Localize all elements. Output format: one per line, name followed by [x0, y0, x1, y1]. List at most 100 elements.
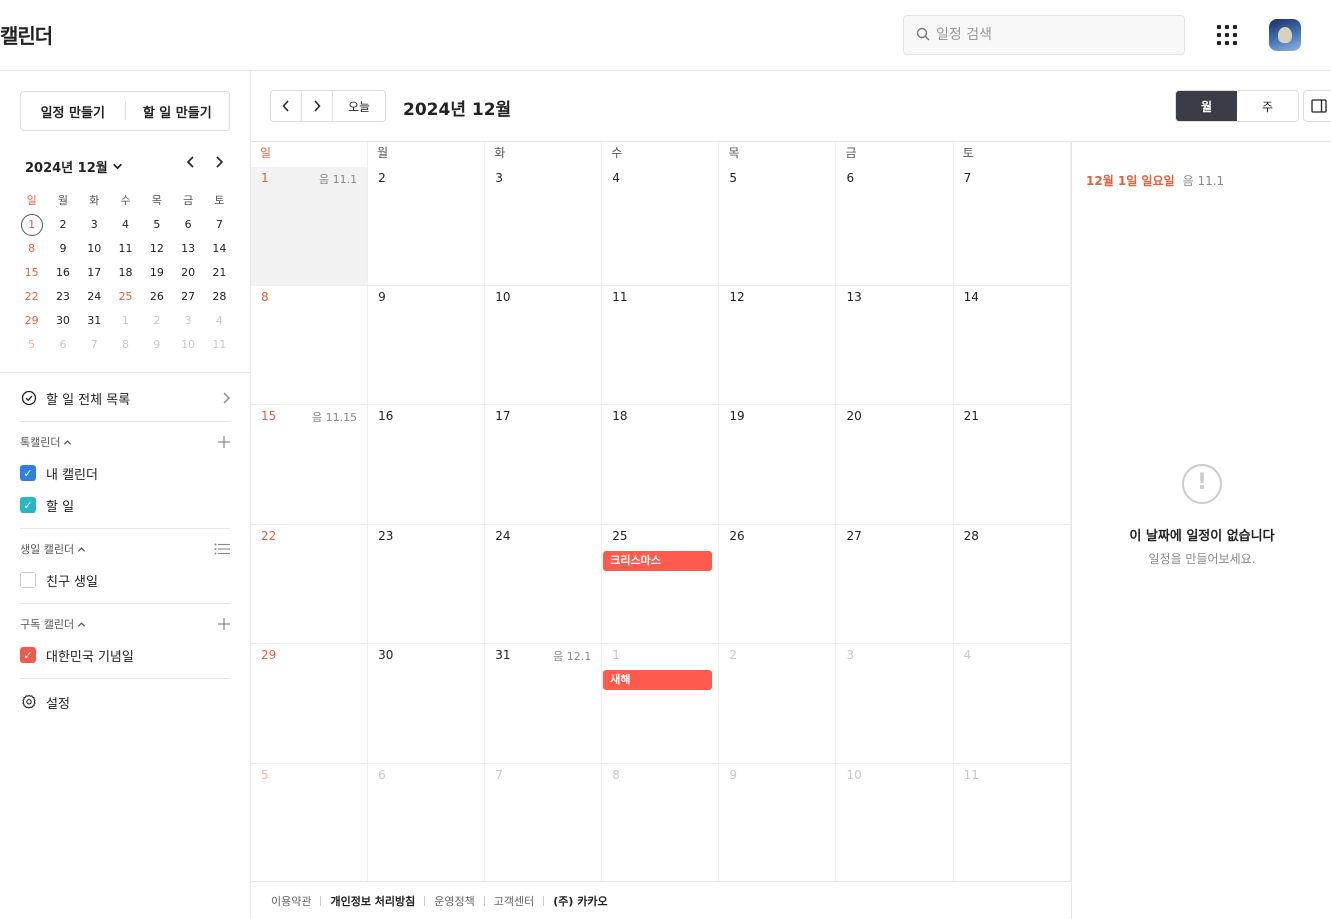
day-cell[interactable]: 16	[368, 405, 486, 524]
checkbox-checked[interactable]: ✓	[20, 647, 36, 663]
mini-day[interactable]: 2	[47, 213, 78, 237]
checkbox-checked[interactable]: ✓	[20, 465, 36, 481]
calendar-item-todo[interactable]: ✓ 할 일	[20, 495, 230, 515]
mini-day[interactable]: 8	[110, 333, 141, 357]
mini-day[interactable]: 12	[141, 237, 172, 261]
day-cell[interactable]: 10	[836, 763, 954, 882]
mini-day[interactable]: 31	[79, 309, 110, 333]
day-cell[interactable]: 26	[719, 524, 837, 644]
mini-day[interactable]: 22	[16, 285, 47, 309]
mini-day[interactable]: 11	[204, 333, 235, 357]
day-cell[interactable]: 24	[485, 524, 603, 644]
day-cell[interactable]: 28	[954, 524, 1071, 644]
mini-day[interactable]: 20	[172, 261, 203, 285]
footer-policy-link[interactable]: 운영정책	[434, 893, 474, 909]
event-chip[interactable]: 크리스마스	[603, 550, 713, 571]
mini-day[interactable]: 5	[141, 213, 172, 237]
day-cell[interactable]: 14	[954, 286, 1071, 405]
day-cell[interactable]: 22	[251, 524, 369, 644]
mini-day[interactable]: 8	[16, 237, 47, 261]
day-cell[interactable]: 12	[719, 286, 837, 405]
subscribed-calendar-section-header[interactable]: 구독 캘린더	[20, 615, 230, 633]
today-button[interactable]: 오늘	[333, 91, 385, 121]
mini-day[interactable]: 17	[79, 261, 110, 285]
side-panel-toggle-icon[interactable]	[1303, 90, 1331, 122]
mini-next-month-button[interactable]	[210, 155, 228, 173]
mini-day[interactable]: 3	[79, 213, 110, 237]
day-cell[interactable]: 23	[368, 524, 486, 644]
mini-day[interactable]: 6	[172, 213, 203, 237]
talk-calendar-section-header[interactable]: 톡캘린더	[20, 433, 230, 451]
day-cell[interactable]: 31 음 12.1	[485, 644, 603, 763]
list-icon[interactable]	[214, 540, 230, 559]
day-cell[interactable]: 6	[368, 763, 486, 882]
day-cell[interactable]: 20	[836, 405, 954, 524]
day-cell[interactable]: 2	[719, 644, 837, 763]
mini-day[interactable]: 27	[172, 285, 203, 309]
mini-prev-month-button[interactable]	[182, 155, 200, 173]
day-cell[interactable]: 5	[719, 167, 837, 285]
day-cell[interactable]: 15 음 11.15	[251, 405, 369, 524]
day-cell[interactable]: 21	[954, 405, 1071, 524]
settings-link[interactable]: 설정	[20, 692, 230, 712]
mini-day[interactable]: 16	[47, 261, 78, 285]
search-input[interactable]	[936, 27, 1176, 43]
create-todo-button[interactable]: 할 일 만들기	[126, 92, 230, 130]
mini-day[interactable]: 1	[16, 213, 47, 237]
day-cell[interactable]: 4	[602, 167, 720, 285]
mini-day[interactable]: 30	[47, 309, 78, 333]
footer-privacy-link[interactable]: 개인정보 처리방침	[330, 893, 415, 909]
day-cell[interactable]: 9	[719, 763, 837, 882]
mini-day[interactable]: 18	[110, 261, 141, 285]
mini-calendar-month-selector[interactable]: 2024년 12월	[25, 157, 123, 176]
avatar[interactable]	[1269, 19, 1301, 51]
day-cell[interactable]: 27	[836, 524, 954, 644]
day-cell[interactable]: 3	[836, 644, 954, 763]
day-cell[interactable]: 13	[836, 286, 954, 405]
mini-day[interactable]: 26	[141, 285, 172, 309]
calendar-item-my[interactable]: ✓ 내 캘린더	[20, 463, 230, 483]
prev-month-button[interactable]	[271, 91, 302, 121]
day-cell[interactable]: 29	[251, 644, 369, 763]
mini-day[interactable]: 5	[16, 333, 47, 357]
mini-day[interactable]: 1	[110, 309, 141, 333]
day-cell[interactable]: 25 크리스마스	[602, 524, 720, 644]
day-cell[interactable]: 10	[485, 286, 603, 405]
day-cell[interactable]: 7	[485, 763, 603, 882]
mini-day[interactable]: 14	[204, 237, 235, 261]
footer-company-link[interactable]: (주) 카카오	[553, 893, 607, 909]
day-cell[interactable]: 18	[602, 405, 720, 524]
day-cell[interactable]: 8	[602, 763, 720, 882]
mini-day[interactable]: 3	[172, 309, 203, 333]
create-event-button[interactable]: 일정 만들기	[21, 92, 125, 130]
day-cell[interactable]: 17	[485, 405, 603, 524]
day-cell[interactable]: 11	[602, 286, 720, 405]
footer-terms-link[interactable]: 이용약관	[271, 893, 311, 909]
day-cell[interactable]: 11	[954, 763, 1071, 882]
mini-day[interactable]: 7	[204, 213, 235, 237]
mini-day[interactable]: 13	[172, 237, 203, 261]
view-month-button[interactable]: 월	[1176, 91, 1237, 121]
day-cell[interactable]: 2	[368, 167, 486, 285]
todo-all-list-link[interactable]: 할 일 전체 목록	[20, 388, 230, 408]
mini-day[interactable]: 11	[110, 237, 141, 261]
day-cell[interactable]: 1 새해	[602, 644, 720, 763]
mini-day[interactable]: 23	[47, 285, 78, 309]
day-cell[interactable]: 30	[368, 644, 486, 763]
day-cell[interactable]: 4	[954, 644, 1071, 763]
day-cell[interactable]: 1 음 11.1	[251, 167, 369, 285]
mini-day[interactable]: 9	[47, 237, 78, 261]
day-cell[interactable]: 19	[719, 405, 837, 524]
mini-day[interactable]: 6	[47, 333, 78, 357]
add-calendar-icon[interactable]	[218, 433, 230, 452]
mini-day[interactable]: 15	[16, 261, 47, 285]
day-cell[interactable]: 3	[485, 167, 603, 285]
mini-day[interactable]: 10	[79, 237, 110, 261]
calendar-item-korea-holidays[interactable]: ✓ 대한민국 기념일	[20, 645, 230, 665]
mini-day[interactable]: 10	[172, 333, 203, 357]
mini-day[interactable]: 24	[79, 285, 110, 309]
mini-day[interactable]: 4	[204, 309, 235, 333]
checkbox-checked[interactable]: ✓	[20, 497, 36, 513]
apps-grid-icon[interactable]	[1214, 22, 1240, 48]
calendar-item-friend-birthday[interactable]: 친구 생일	[20, 570, 230, 590]
